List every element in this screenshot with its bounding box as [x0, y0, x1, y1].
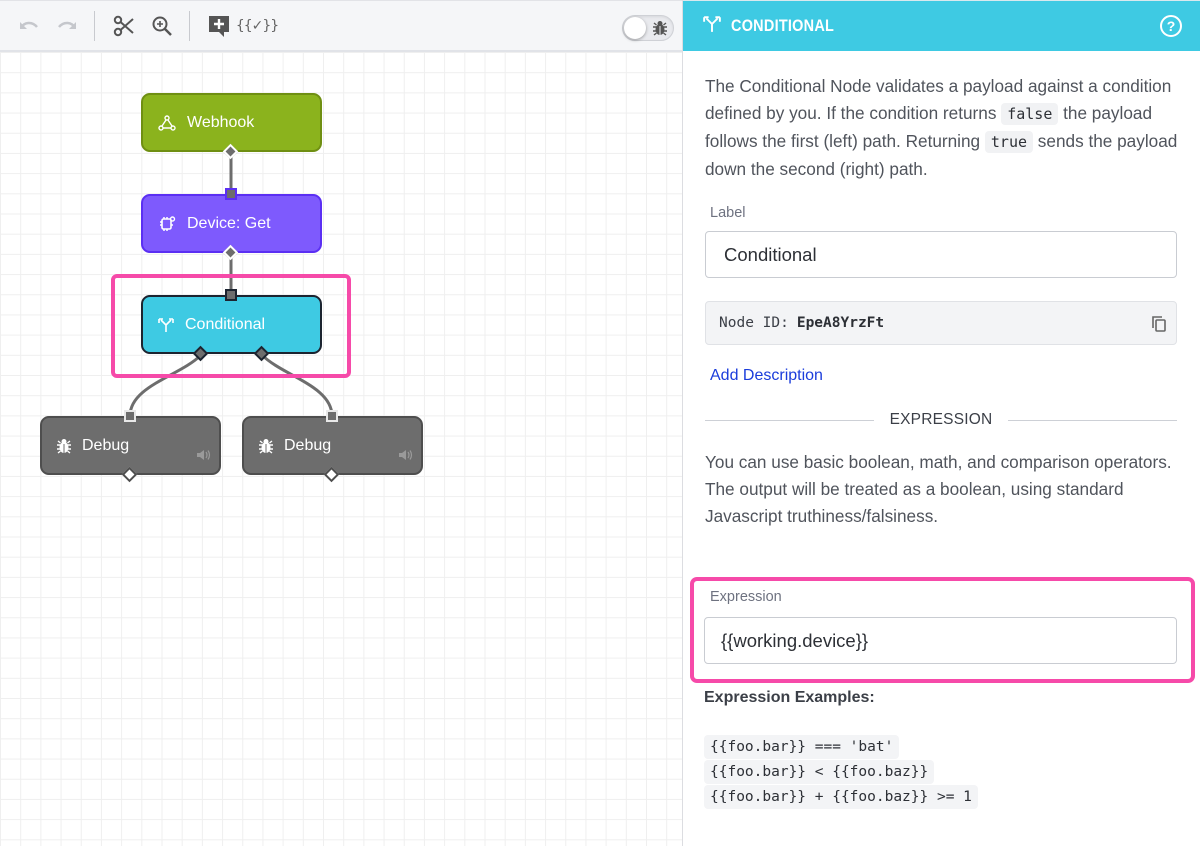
node-properties-panel: CONDITIONAL ? The Conditional Node valid… [682, 0, 1200, 846]
node-id-value: EpeA8YrzFt [796, 315, 885, 331]
undo-button[interactable] [14, 11, 44, 41]
node-description: The Conditional Node validates a payload… [705, 76, 1178, 179]
examples-title: Expression Examples: [704, 689, 875, 706]
divider-line [705, 419, 874, 421]
fork-icon [703, 15, 721, 38]
toolbar-divider [94, 10, 95, 41]
divider-line [1008, 419, 1177, 421]
undo-icon [18, 19, 40, 33]
bug-icon [259, 438, 273, 454]
node-label: Webhook [187, 113, 255, 131]
section-title: EXPRESSION [889, 411, 993, 428]
node-debug-left[interactable]: Debug [40, 416, 221, 475]
node-id-label: Node ID: [719, 315, 789, 331]
expression-input[interactable]: {{working.device}} [704, 617, 1177, 664]
input-port-debug-right[interactable] [326, 410, 338, 422]
add-comment-icon [207, 14, 231, 38]
template-check-icon: {{✓}} [235, 17, 279, 34]
code-true: true [984, 131, 1034, 153]
redo-button[interactable] [52, 11, 82, 41]
node-label: Conditional [185, 315, 266, 333]
workflow-canvas-area: {{✓}} Webhook Device: Get Conditional De… [0, 0, 682, 846]
toolbar-divider [189, 10, 190, 41]
toggle-knob [624, 17, 646, 39]
zoom-in-icon [151, 15, 173, 37]
cut-button[interactable] [109, 11, 139, 41]
expression-examples: {{foo.bar}} === 'bat' {{foo.bar}} < {{fo… [704, 735, 978, 810]
example-line: {{foo.bar}} < {{foo.baz}} [704, 760, 935, 784]
redo-icon [56, 19, 78, 33]
node-device-get[interactable]: Device: Get [141, 194, 322, 253]
expression-field-label: Expression [710, 589, 782, 605]
node-conditional[interactable]: Conditional [141, 295, 322, 354]
code-false: false [1001, 103, 1059, 125]
expression-help-text: You can use basic boolean, math, and com… [705, 452, 1172, 526]
node-label: Debug [284, 436, 332, 454]
speaker-icon[interactable] [398, 448, 414, 466]
fork-icon [158, 317, 174, 333]
node-webhook[interactable]: Webhook [141, 93, 322, 152]
canvas-toolbar: {{✓}} [0, 1, 682, 52]
input-port-debug-left[interactable] [124, 410, 136, 422]
panel-header: CONDITIONAL ? [683, 0, 1200, 51]
node-debug-right[interactable]: Debug [242, 416, 423, 475]
node-id-box: Node ID: EpeA8YrzFt [705, 301, 1177, 345]
example-line: {{foo.bar}} + {{foo.baz}} >= 1 [704, 785, 978, 809]
label-field-label: Label [710, 205, 746, 221]
node-label: Device: Get [187, 214, 271, 232]
bug-icon [57, 438, 71, 454]
add-note-button[interactable] [204, 11, 234, 41]
input-port-device[interactable] [225, 188, 237, 200]
add-description-link[interactable]: Add Description [710, 367, 823, 385]
input-port-conditional[interactable] [225, 289, 237, 301]
bug-icon [653, 20, 667, 41]
help-circle-icon[interactable]: ? [1160, 15, 1182, 37]
example-line: {{foo.bar}} === 'bat' [704, 735, 900, 759]
node-label: Debug [82, 436, 130, 454]
expression-section-divider: EXPRESSION [705, 411, 1177, 429]
copy-icon[interactable] [1151, 315, 1167, 337]
panel-title: CONDITIONAL [731, 16, 835, 35]
device-chip-icon [158, 215, 176, 233]
debug-toggle[interactable] [622, 15, 674, 41]
label-input[interactable]: Conditional [705, 231, 1177, 278]
expression-helper-button[interactable]: {{✓}} [236, 11, 279, 41]
zoom-button[interactable] [147, 11, 177, 41]
scissors-icon [113, 15, 135, 37]
webhook-icon [158, 114, 176, 131]
speaker-icon[interactable] [196, 448, 212, 466]
